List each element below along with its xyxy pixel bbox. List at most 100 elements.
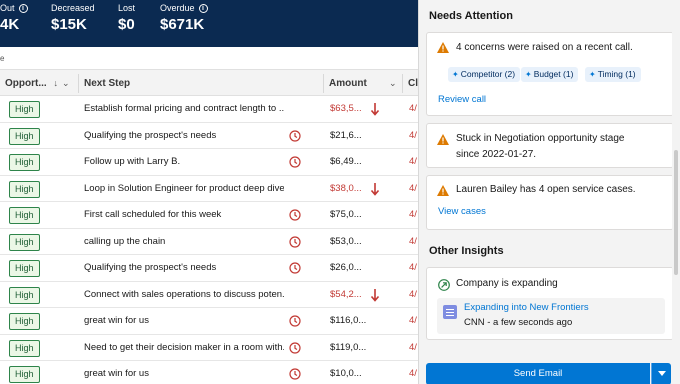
next-step-cell: Need to get their decision maker in a ro… <box>84 341 284 353</box>
next-step-cell: First call scheduled for this week <box>84 209 222 220</box>
metrics-header: Out i 4K Decreased $15K Lost $0 Overdue i … <box>0 0 418 47</box>
table-row[interactable]: High Connect with sales operations to dis… <box>0 282 418 308</box>
priority-badge: High <box>9 339 40 357</box>
article-meta: CNN - a few seconds ago <box>464 317 573 328</box>
service-cases-text: Lauren Bailey has 4 open service cases. <box>456 184 636 195</box>
scrollbar-thumb[interactable] <box>674 150 678 275</box>
column-label: Next Step <box>84 78 131 89</box>
stuck-stage-line2: since 2022-01-27. <box>456 149 537 160</box>
table-row[interactable]: High Need to get their decision maker in … <box>0 335 418 361</box>
clock-icon[interactable] <box>289 129 301 142</box>
table-row[interactable]: High Qualifying the prospect's needs $21,6… <box>0 123 418 149</box>
table-header: Opport... ↓ ⌄ Next Step Amount ⌄ Cl <box>0 69 418 96</box>
priority-badge: High <box>9 127 40 145</box>
metric-label: Decreased <box>51 3 95 13</box>
next-step-cell: Qualifying the prospect's needs <box>84 262 217 273</box>
service-cases-card: Lauren Bailey has 4 open service cases. … <box>426 175 674 230</box>
chip-label: Timing (1) <box>597 69 636 79</box>
sparkle-icon: ✦ <box>452 70 459 79</box>
table-row[interactable]: High great win for us $116,0... 4/ <box>0 308 418 335</box>
metric-label: Overdue <box>160 3 195 13</box>
table-row[interactable]: High great win for us $10,0... 4/ <box>0 361 418 384</box>
sparkle-icon: ✦ <box>525 70 532 79</box>
column-label: Opport... <box>5 78 47 89</box>
stuck-stage-line1: Stuck in Negotiation opportunity stage <box>456 133 625 144</box>
column-header-opportunity[interactable]: Opport... ↓ ⌄ <box>0 70 78 97</box>
warning-icon <box>437 42 449 53</box>
chip-competitor[interactable]: ✦ Competitor (2) <box>448 67 521 82</box>
amount-cell: $119,0... <box>330 341 367 353</box>
amount-cell: $26,0... <box>330 262 362 273</box>
article-icon <box>443 305 457 319</box>
metric-value: $15K <box>51 16 87 33</box>
trend-up-icon <box>438 279 450 291</box>
priority-badge: High <box>9 207 40 224</box>
metric-label: Out <box>0 3 15 13</box>
close-date-cell: 4/ <box>409 235 417 247</box>
company-expanding-card: Company is expanding Expanding into New … <box>426 267 674 340</box>
priority-badge: High <box>9 180 40 198</box>
arrow-down-icon <box>370 288 380 302</box>
priority-badge: High <box>9 233 40 251</box>
chip-timing[interactable]: ✦ Timing (1) <box>585 67 641 82</box>
next-step-cell: great win for us <box>84 315 149 326</box>
review-call-link[interactable]: Review call <box>438 94 486 105</box>
info-icon[interactable]: i <box>18 3 28 13</box>
article-title[interactable]: Expanding into New Frontiers <box>464 302 589 313</box>
chip-label: Competitor (2) <box>460 69 516 79</box>
close-date-cell: 4/ <box>409 129 417 141</box>
priority-badge: High <box>9 313 40 330</box>
warning-icon <box>437 134 449 145</box>
priority-badge: High <box>9 366 40 383</box>
view-cases-link[interactable]: View cases <box>438 206 486 217</box>
chevron-down-icon[interactable]: ⌄ <box>62 78 70 88</box>
amount-cell: $116,0... <box>330 315 367 326</box>
other-insights-title: Other Insights <box>429 245 504 257</box>
clock-icon[interactable] <box>289 341 301 354</box>
column-header-next-step[interactable]: Next Step <box>79 70 323 97</box>
table-row[interactable]: High First call scheduled for this week $7… <box>0 202 418 229</box>
info-icon[interactable]: i <box>198 3 208 13</box>
chip-label: Budget (1) <box>533 69 574 79</box>
close-date-cell: 4/ <box>409 368 417 379</box>
next-step-cell: great win for us <box>84 368 149 379</box>
next-step-cell: Qualifying the prospect's needs <box>84 129 217 141</box>
table-row[interactable]: High Qualifying the prospect's needs $26,0… <box>0 255 418 282</box>
table-row[interactable]: High Follow up with Larry B. $6,49... 4/ <box>0 149 418 176</box>
clock-icon[interactable] <box>289 156 301 168</box>
close-date-cell: 4/ <box>409 341 417 353</box>
send-email-menu-button[interactable] <box>651 363 671 384</box>
priority-badge: High <box>9 260 40 277</box>
arrow-down-icon <box>370 182 380 196</box>
chevron-down-icon[interactable]: ⌄ <box>389 70 397 97</box>
insights-panel: Needs Attention 4 concerns were raised o… <box>418 0 680 384</box>
clock-icon[interactable] <box>289 315 301 327</box>
table-row[interactable]: High Loop in Solution Engineer for produc… <box>0 176 418 202</box>
next-step-cell: calling up the chain <box>84 235 166 247</box>
concerns-card: 4 concerns were raised on a recent call.… <box>426 32 674 116</box>
send-email-button[interactable]: Send Email <box>426 363 650 384</box>
needs-attention-title: Needs Attention <box>429 10 513 22</box>
metric-value: 4K <box>0 16 20 33</box>
close-date-cell: 4/ <box>409 156 417 167</box>
close-date-cell: 4/ <box>409 288 417 300</box>
sort-icon[interactable]: ↓ <box>53 78 58 88</box>
clock-icon[interactable] <box>289 209 301 221</box>
table-row[interactable]: High Establish formal pricing and contrac… <box>0 96 418 123</box>
table-row[interactable]: High calling up the chain $53,0... 4/ <box>0 229 418 255</box>
close-date-cell: 4/ <box>409 182 417 194</box>
concerns-text: 4 concerns were raised on a recent call. <box>456 42 633 53</box>
amount-cell: $38,0... <box>330 182 362 194</box>
column-header-amount[interactable]: Amount ⌄ <box>324 70 402 97</box>
subrow-text: e <box>0 54 5 63</box>
close-date-cell: 4/ <box>409 262 417 273</box>
subrow: e <box>0 47 418 69</box>
clock-icon[interactable] <box>289 262 301 274</box>
news-article[interactable]: Expanding into New Frontiers CNN - a few… <box>437 298 665 334</box>
priority-badge: High <box>9 101 40 118</box>
next-step-cell: Loop in Solution Engineer for product de… <box>84 182 284 194</box>
clock-icon[interactable] <box>289 235 301 248</box>
column-header-close[interactable]: Cl <box>403 70 418 97</box>
clock-icon[interactable] <box>289 368 301 380</box>
chip-budget[interactable]: ✦ Budget (1) <box>521 67 579 82</box>
